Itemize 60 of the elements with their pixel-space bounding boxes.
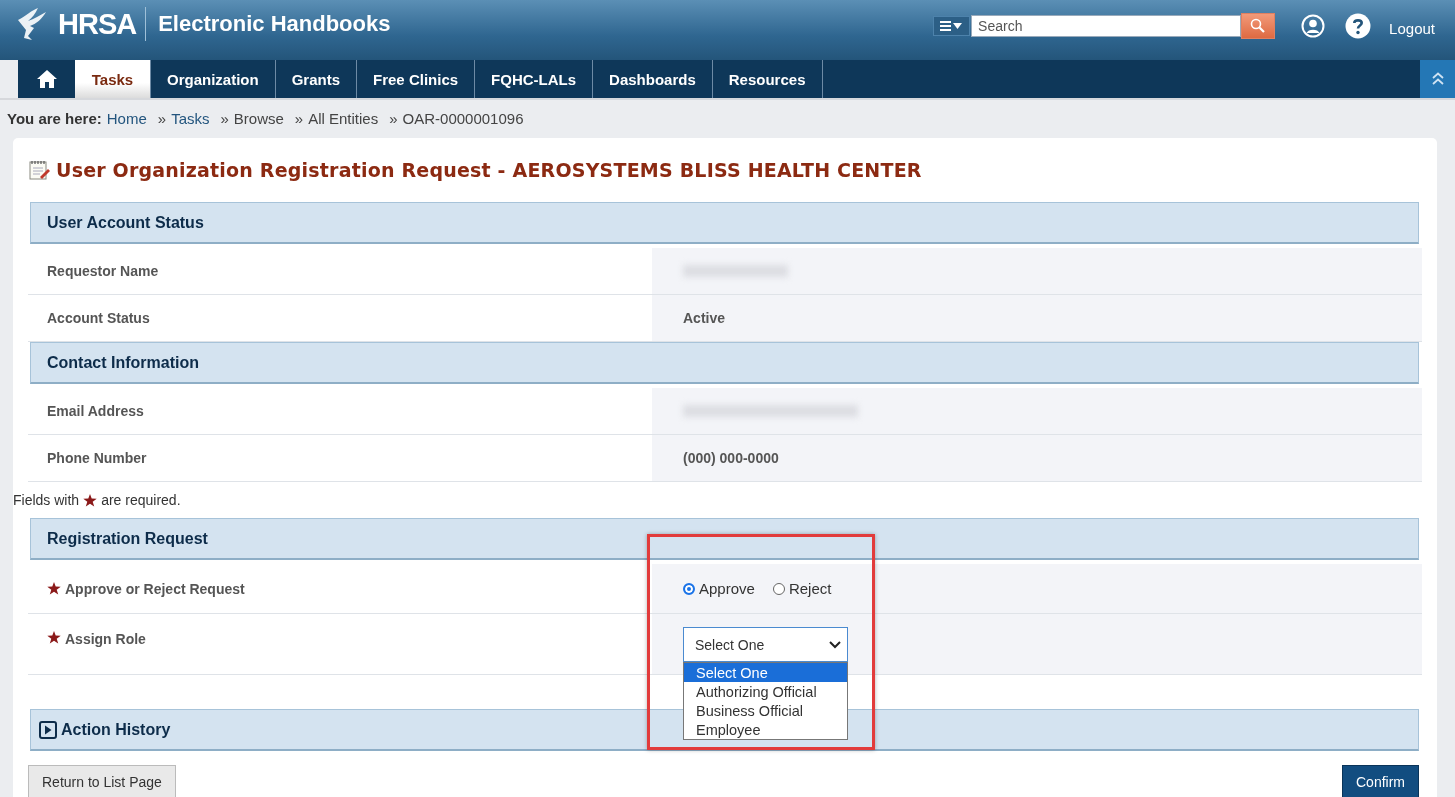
search-button[interactable] [1241,13,1276,39]
radio-label[interactable]: Reject [788,580,832,597]
help-icon[interactable] [1345,13,1372,39]
radio-button[interactable] [683,582,695,595]
field-label: Account Status [47,310,150,326]
return-button[interactable]: Return to List Page [28,765,176,797]
nav-tab[interactable]: Resources [712,60,823,98]
radio-button[interactable] [772,582,785,595]
search-icon[interactable] [1250,18,1267,34]
breadcrumb-text: All Entities [308,109,379,127]
field-label: Requestor Name [47,263,159,279]
required-star-icon [83,493,98,507]
nav-tab[interactable]: Free Clinics [357,60,476,98]
dropdown-option[interactable]: Business Official [684,701,847,720]
dropdown-option[interactable]: Employee [684,720,847,739]
nav-tab[interactable]: Organization [151,60,276,98]
user-icon[interactable] [1301,14,1326,38]
breadcrumb-separator: » [389,109,398,127]
play-icon[interactable] [39,720,57,739]
role-select[interactable]: Select One [683,627,848,662]
logout-link[interactable]: Logout [1389,15,1435,37]
page-title: User Organization Registration Request - AEROSYSTEMS BLISS HEALTH CENTER [56,159,922,181]
chevron-down-icon[interactable] [829,640,841,649]
note-text: are required. [101,492,181,508]
breadcrumb-label: You are here: [7,109,102,127]
notepad-icon [28,159,50,181]
note-text: Fields with [13,492,80,508]
breadcrumb-separator: » [220,109,229,127]
section-title: Registration Request [47,529,208,548]
section-title: User Account Status [47,213,204,232]
breadcrumb-separator: » [294,109,304,127]
field-label: Phone Number [47,450,147,466]
double-chevron-up-icon[interactable] [1431,72,1444,86]
dropdown-option[interactable]: Select One [684,663,847,682]
app-title: Electronic Handbooks [158,11,391,37]
breadcrumb-text: OAR-0000001096 [402,109,524,127]
field-label: Assign Role [65,631,146,647]
confirm-button[interactable]: Confirm [1342,765,1419,797]
dropdown-option[interactable]: Authorizing Official [684,682,847,701]
menu-icon[interactable] [939,20,964,32]
collapse-button[interactable] [1420,60,1455,98]
breadcrumb-link[interactable]: Home [106,109,147,127]
home-icon[interactable] [35,69,58,89]
breadcrumb-link[interactable]: Tasks [171,109,210,127]
logo-text: HRSA [58,7,147,41]
field-label: Email Address [47,403,144,419]
radio-label[interactable]: Approve [699,580,755,597]
nav-tab[interactable]: Tasks [75,60,151,98]
field-label: Approve or Reject Request [65,580,245,597]
field-value: (000) 000-0000 [683,450,779,466]
nav-tab[interactable]: Grants [275,60,358,98]
section-title[interactable]: Action History [61,720,171,739]
section-title: Contact Information [47,353,199,372]
search-field[interactable]: Search [971,15,1242,37]
field-value: Active [683,310,726,326]
nav-tab[interactable]: FQHC-LALs [475,60,594,98]
nav-tab[interactable]: Dashboards [593,60,713,98]
breadcrumb-text: Browse [233,109,284,127]
menu-dropdown-button[interactable] [933,16,971,36]
breadcrumb-separator: » [157,109,167,127]
